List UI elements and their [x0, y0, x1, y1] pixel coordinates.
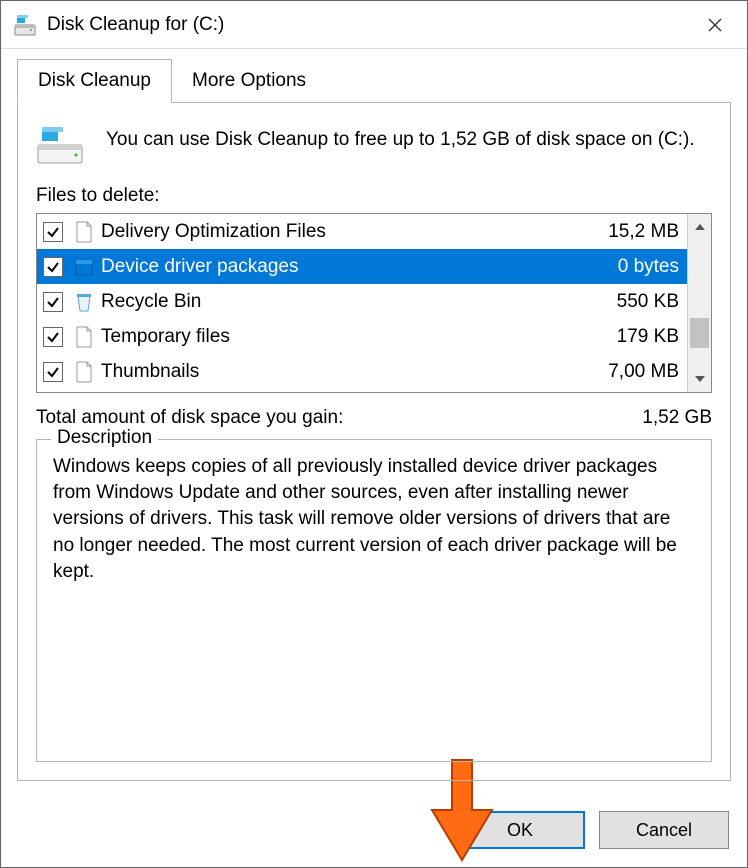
file-name: Thumbnails	[101, 361, 573, 383]
intro-text: You can use Disk Cleanup to free up to 1…	[106, 125, 695, 153]
tab-more-options[interactable]: More Options	[172, 60, 326, 103]
file-row[interactable]: Recycle Bin 550 KB	[37, 284, 687, 319]
file-size: 7,00 MB	[579, 361, 679, 383]
file-checkbox[interactable]	[43, 257, 63, 277]
description-text: Windows keeps copies of all previously i…	[53, 454, 695, 585]
file-type-icon	[73, 291, 95, 313]
files-list: Delivery Optimization Files 15,2 MB Device…	[36, 213, 712, 393]
total-row: Total amount of disk space you gain: 1,5…	[36, 407, 712, 429]
scroll-up-button[interactable]	[688, 214, 711, 240]
window-title: Disk Cleanup for (C:)	[47, 14, 685, 36]
files-to-delete-label: Files to delete:	[36, 185, 712, 207]
file-row[interactable]: Temporary files 179 KB	[37, 319, 687, 354]
drive-icon	[36, 125, 84, 165]
titlebar: Disk Cleanup for (C:)	[1, 1, 747, 49]
ok-button[interactable]: OK	[455, 811, 585, 849]
file-name: Recycle Bin	[101, 291, 573, 313]
description-legend: Description	[51, 427, 158, 449]
file-type-icon	[73, 221, 95, 243]
scroll-track[interactable]	[688, 240, 711, 366]
disk-cleanup-icon	[13, 13, 37, 37]
disk-cleanup-window: Disk Cleanup for (C:) Disk Cleanup More …	[0, 0, 748, 868]
cancel-button[interactable]: Cancel	[599, 811, 729, 849]
file-name: Delivery Optimization Files	[101, 221, 573, 243]
file-checkbox[interactable]	[43, 362, 63, 382]
files-list-body[interactable]: Delivery Optimization Files 15,2 MB Device…	[37, 214, 687, 392]
file-type-icon	[73, 256, 95, 278]
scroll-down-button[interactable]	[688, 366, 711, 392]
file-type-icon	[73, 361, 95, 383]
tab-panel-disk-cleanup: You can use Disk Cleanup to free up to 1…	[17, 102, 731, 781]
file-name: Temporary files	[101, 326, 573, 348]
close-button[interactable]	[685, 2, 745, 48]
file-name: Device driver packages	[101, 256, 573, 278]
dialog-buttons: OK Cancel	[1, 795, 747, 867]
file-checkbox[interactable]	[43, 327, 63, 347]
scrollbar[interactable]	[687, 214, 711, 392]
total-value: 1,52 GB	[642, 407, 712, 429]
file-row[interactable]: Delivery Optimization Files 15,2 MB	[37, 214, 687, 249]
description-group: Description Windows keeps copies of all …	[36, 439, 712, 762]
file-type-icon	[73, 326, 95, 348]
total-label: Total amount of disk space you gain:	[36, 407, 343, 429]
tab-disk-cleanup[interactable]: Disk Cleanup	[17, 59, 172, 103]
file-checkbox[interactable]	[43, 292, 63, 312]
file-size: 15,2 MB	[579, 221, 679, 243]
file-row[interactable]: Device driver packages 0 bytes	[37, 249, 687, 284]
file-size: 179 KB	[579, 326, 679, 348]
intro-block: You can use Disk Cleanup to free up to 1…	[36, 125, 712, 165]
file-size: 550 KB	[579, 291, 679, 313]
tab-strip: Disk Cleanup More Options	[17, 59, 731, 103]
file-checkbox[interactable]	[43, 222, 63, 242]
file-row[interactable]: Thumbnails 7,00 MB	[37, 354, 687, 389]
scroll-thumb[interactable]	[690, 318, 709, 348]
file-size: 0 bytes	[579, 256, 679, 278]
client-area: Disk Cleanup More Options You can use Di…	[1, 49, 747, 795]
